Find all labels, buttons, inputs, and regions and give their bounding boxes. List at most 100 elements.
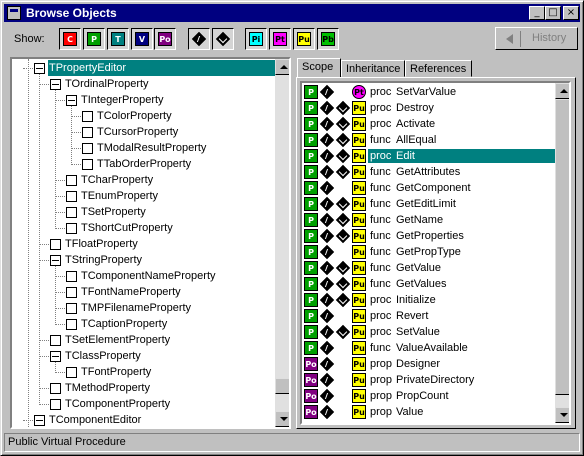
tab-scope[interactable]: Scope (297, 58, 341, 78)
member-row-getcomponent[interactable]: P Pu func GetComponent (302, 180, 555, 196)
filter-button-c[interactable]: C (59, 28, 81, 50)
member-row-designer[interactable]: Po Pu prop Designer (302, 356, 555, 372)
tree-connector (55, 180, 65, 181)
tree-node-integerproperty[interactable]: TIntegerProperty (12, 92, 274, 108)
tree-node-colorproperty[interactable]: TColorProperty (12, 108, 274, 124)
class-tree[interactable]: TPropertyEditor TOrdinalProperty TIntegerP… (10, 57, 291, 429)
collapse-toggle[interactable] (50, 351, 61, 362)
member-list[interactable]: P Pt proc SetVarValue P Pu proc Destroy P Pu proc A… (300, 81, 571, 425)
tree-connector (39, 244, 49, 245)
member-row-setvalue[interactable]: P Pu proc SetValue (302, 324, 555, 340)
collapse-toggle[interactable] (66, 95, 77, 106)
filter-button-virtual[interactable] (188, 28, 210, 50)
member-row-allequal[interactable]: P Pu func AllEqual (302, 132, 555, 148)
tree-connector (55, 324, 65, 325)
collapse-toggle[interactable] (50, 79, 61, 90)
virtual-icon (321, 198, 333, 210)
member-row-edit[interactable]: P Pu proc Edit (302, 148, 555, 164)
member-row-propcount[interactable]: Po Pu prop PropCount (302, 388, 555, 404)
member-name: PrivateDirectory (396, 374, 475, 386)
scroll-down-button[interactable] (555, 407, 569, 423)
tree-node-cursorproperty[interactable]: TCursorProperty (12, 124, 274, 140)
visibility-pu-icon: Pu (352, 405, 366, 419)
filter-button-pb[interactable]: Pb (317, 28, 339, 50)
app-icon[interactable] (7, 6, 21, 20)
tab-inheritance[interactable]: Inheritance (341, 60, 405, 77)
visibility-pu-icon: Pu (352, 277, 366, 291)
title-bar[interactable]: Browse Objects _ □ × (4, 4, 580, 22)
tree-node-componenteditor[interactable]: TComponentEditor (12, 412, 274, 427)
tree-node-floatproperty[interactable]: TFloatProperty (12, 236, 274, 252)
member-row-getname[interactable]: P Pu func GetName (302, 212, 555, 228)
member-row-geteditlimit[interactable]: P Pu func GetEditLimit (302, 196, 555, 212)
override-icon (337, 326, 349, 338)
member-row-valueavailable[interactable]: P Pu func ValueAvailable (302, 340, 555, 356)
tree-node-charproperty[interactable]: TCharProperty (12, 172, 274, 188)
member-kind: proc (370, 294, 392, 306)
member-row-value[interactable]: Po Pu prop Value (302, 404, 555, 420)
tree-node-classproperty[interactable]: TClassProperty (12, 348, 274, 364)
member-row-destroy[interactable]: P Pu proc Destroy (302, 100, 555, 116)
scroll-down-button[interactable] (275, 411, 289, 427)
tree-node-stringproperty[interactable]: TStringProperty (12, 252, 274, 268)
collapse-toggle[interactable] (50, 255, 61, 266)
member-row-getvalue[interactable]: P Pu func GetValue (302, 260, 555, 276)
tree-node-mpfilenameproperty[interactable]: TMPFilenameProperty (12, 300, 274, 316)
override-icon (337, 278, 349, 290)
filter-button-v[interactable]: V (131, 28, 153, 50)
scroll-up-button[interactable] (275, 59, 289, 75)
node-box (66, 303, 77, 314)
member-row-getvalues[interactable]: P Pu func GetValues (302, 276, 555, 292)
tree-node-fontproperty[interactable]: TFontProperty (12, 364, 274, 380)
scroll-thumb[interactable] (275, 378, 289, 394)
member-scrollbar[interactable] (555, 83, 569, 423)
history-button[interactable]: History (495, 27, 578, 50)
collapse-toggle[interactable] (34, 415, 45, 426)
node-box (66, 223, 77, 234)
visibility-pt-icon: Pt (352, 85, 366, 99)
tree-label: TTabOrderProperty (97, 158, 192, 170)
tab-references[interactable]: References (405, 60, 472, 77)
member-row-getattributes[interactable]: P Pu func GetAttributes (302, 164, 555, 180)
tree-node-enumproperty[interactable]: TEnumProperty (12, 188, 274, 204)
tree-node-propertyeditor[interactable]: TPropertyEditor (12, 60, 276, 76)
member-name: SetValue (396, 326, 440, 338)
filter-button-pi[interactable]: Pi (245, 28, 267, 50)
collapse-toggle[interactable] (34, 63, 45, 74)
tree-scrollbar[interactable] (275, 59, 289, 427)
member-row-activate[interactable]: P Pu proc Activate (302, 116, 555, 132)
tree-label: TColorProperty (97, 110, 172, 122)
member-row-getproperties[interactable]: P Pu func GetProperties (302, 228, 555, 244)
tree-node-modalresultproperty[interactable]: TModalResultProperty (12, 140, 274, 156)
tree-node-captionproperty[interactable]: TCaptionProperty (12, 316, 274, 332)
filter-button-pu[interactable]: Pu (293, 28, 315, 50)
tree-node-ordinalproperty[interactable]: TOrdinalProperty (12, 76, 274, 92)
member-row-getproptype[interactable]: P Pu func GetPropType (302, 244, 555, 260)
minimize-button[interactable]: _ (529, 6, 545, 20)
member-name: GetPropType (396, 246, 461, 258)
tree-node-fontnameproperty[interactable]: TFontNameProperty (12, 284, 274, 300)
member-row-revert[interactable]: P Pu proc Revert (302, 308, 555, 324)
filter-button-p[interactable]: P (83, 28, 105, 50)
tree-node-componentproperty[interactable]: TComponentProperty (12, 396, 274, 412)
scroll-up-button[interactable] (555, 83, 569, 99)
node-box (82, 159, 93, 170)
member-row-setvarvalue[interactable]: P Pt proc SetVarValue (302, 84, 555, 100)
member-kind: proc (370, 86, 392, 98)
close-button[interactable]: × (563, 6, 579, 20)
visibility-pu-icon: Pu (352, 101, 366, 115)
tree-node-setproperty[interactable]: TSetProperty (12, 204, 274, 220)
filter-button-virtual-override[interactable] (212, 28, 234, 50)
tree-node-componentnameproperty[interactable]: TComponentNameProperty (12, 268, 274, 284)
filter-button-t[interactable]: T (107, 28, 129, 50)
tree-node-taborderproperty[interactable]: TTabOrderProperty (12, 156, 274, 172)
tree-node-methodproperty[interactable]: TMethodProperty (12, 380, 274, 396)
member-row-privatedirectory[interactable]: Po Pu prop PrivateDirectory (302, 372, 555, 388)
filter-button-pt[interactable]: Pt (269, 28, 291, 50)
tree-node-setelementproperty[interactable]: TSetElementProperty (12, 332, 274, 348)
filter-button-po[interactable]: Po (154, 28, 176, 50)
maximize-button[interactable]: □ (545, 6, 561, 20)
member-row-initialize[interactable]: P Pu proc Initialize (302, 292, 555, 308)
tree-node-shortcutproperty[interactable]: TShortCutProperty (12, 220, 274, 236)
scroll-thumb[interactable] (555, 99, 569, 395)
